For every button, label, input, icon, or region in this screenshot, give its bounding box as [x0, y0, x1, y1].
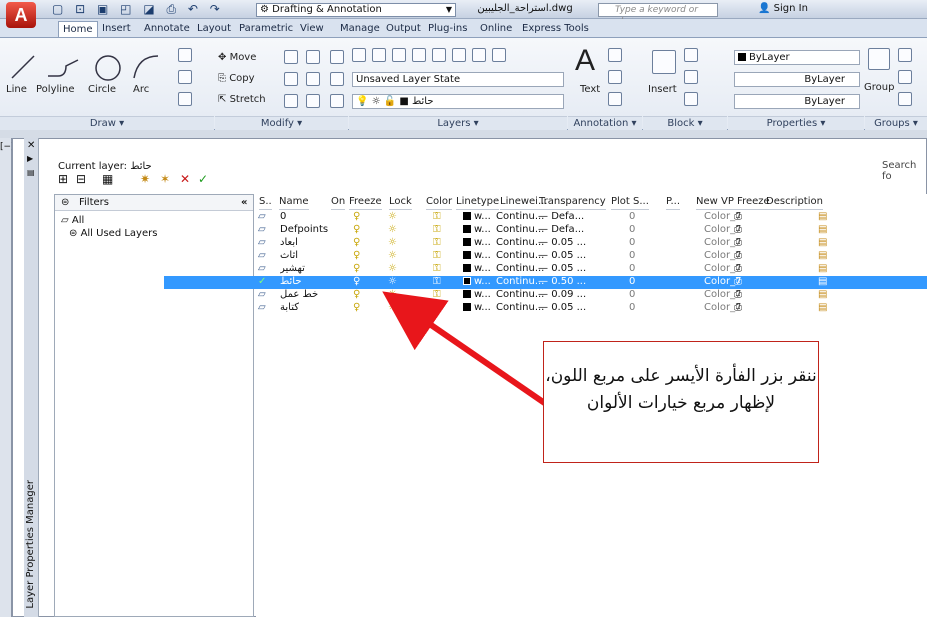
instruction-callout: ننقر بزر الفأرة الأيسر على مربع اللون، ل…: [543, 341, 819, 463]
annotation-arrow: [382, 291, 548, 407]
application-menu-button[interactable]: A: [6, 2, 36, 28]
